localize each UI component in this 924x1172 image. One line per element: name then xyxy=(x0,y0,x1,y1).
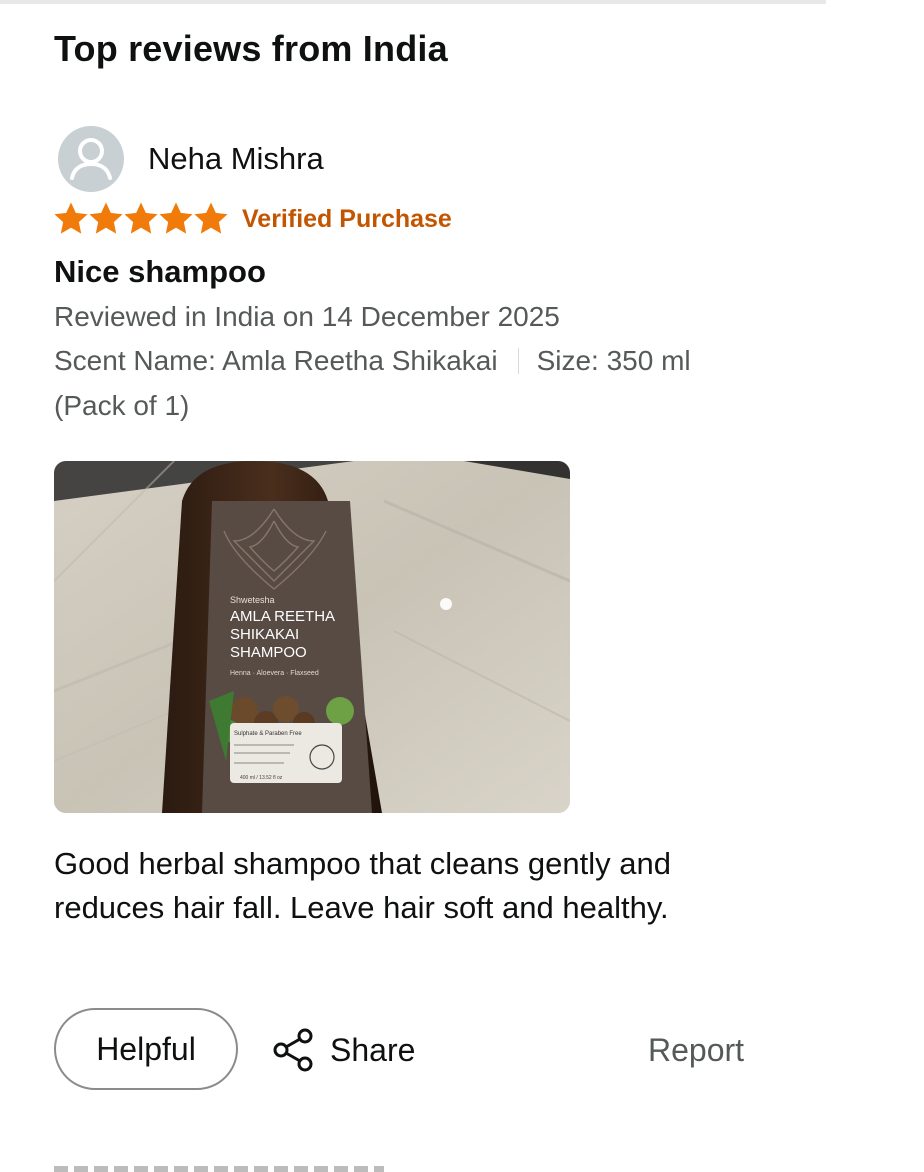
shampoo-bottle-photo: Shwetesha AMLA REETHA SHIKAKAI SHAMPOO H… xyxy=(54,461,570,813)
rating-row: Verified Purchase xyxy=(54,202,452,236)
share-button[interactable]: Share xyxy=(270,1026,415,1074)
verified-purchase-badge: Verified Purchase xyxy=(242,204,452,233)
photo-product-line-2: SHIKAKAI xyxy=(230,626,299,643)
photo-sub-line: Henna · Aloevera · Flaxseed xyxy=(230,670,319,677)
variant-info: Scent Name: Amla Reetha Shikakai Size: 35… xyxy=(54,345,691,377)
star-icon xyxy=(194,202,228,234)
photo-brand: Shwetesha xyxy=(230,595,275,605)
star-icon xyxy=(54,202,88,234)
report-link[interactable]: Report xyxy=(648,1032,744,1069)
review-title[interactable]: Nice shampoo xyxy=(54,254,266,290)
scent-name: Scent Name: Amla Reetha Shikakai xyxy=(54,345,498,376)
star-rating xyxy=(54,202,228,236)
review-body: Good herbal shampoo that cleans gently a… xyxy=(54,846,671,925)
size-info: Size: 350 ml xyxy=(536,345,691,376)
pack-info: (Pack of 1) xyxy=(54,390,190,421)
photo-volume: 400 ml / 13.52 fl oz xyxy=(240,775,283,781)
review-photo[interactable]: Shwetesha AMLA REETHA SHIKAKAI SHAMPOO H… xyxy=(54,461,570,813)
star-icon xyxy=(89,202,123,234)
variant-separator xyxy=(517,348,519,374)
photo-product-line-1: AMLA REETHA xyxy=(230,608,335,625)
section-title: Top reviews from India xyxy=(54,28,448,69)
next-review-peek xyxy=(54,1162,384,1172)
star-icon xyxy=(159,202,193,234)
review-page: Top reviews from India Neha Mishra Verif… xyxy=(0,0,924,1172)
photo-product-line-3: SHAMPOO xyxy=(230,644,307,661)
reviewer-profile[interactable]: Neha Mishra xyxy=(58,126,324,192)
helpful-button[interactable]: Helpful xyxy=(54,1008,238,1090)
star-icon xyxy=(124,202,158,234)
top-divider xyxy=(0,0,826,4)
avatar[interactable] xyxy=(58,126,124,192)
reviewer-name[interactable]: Neha Mishra xyxy=(148,141,324,177)
review-actions: Helpful Share Report xyxy=(54,1008,758,1094)
share-icon xyxy=(273,1028,313,1072)
share-label: Share xyxy=(330,1031,416,1068)
photo-badge: Sulphate & Paraben Free xyxy=(234,731,302,737)
review-date: Reviewed in India on 14 December 2025 xyxy=(54,301,560,332)
user-silhouette-icon xyxy=(70,138,112,180)
